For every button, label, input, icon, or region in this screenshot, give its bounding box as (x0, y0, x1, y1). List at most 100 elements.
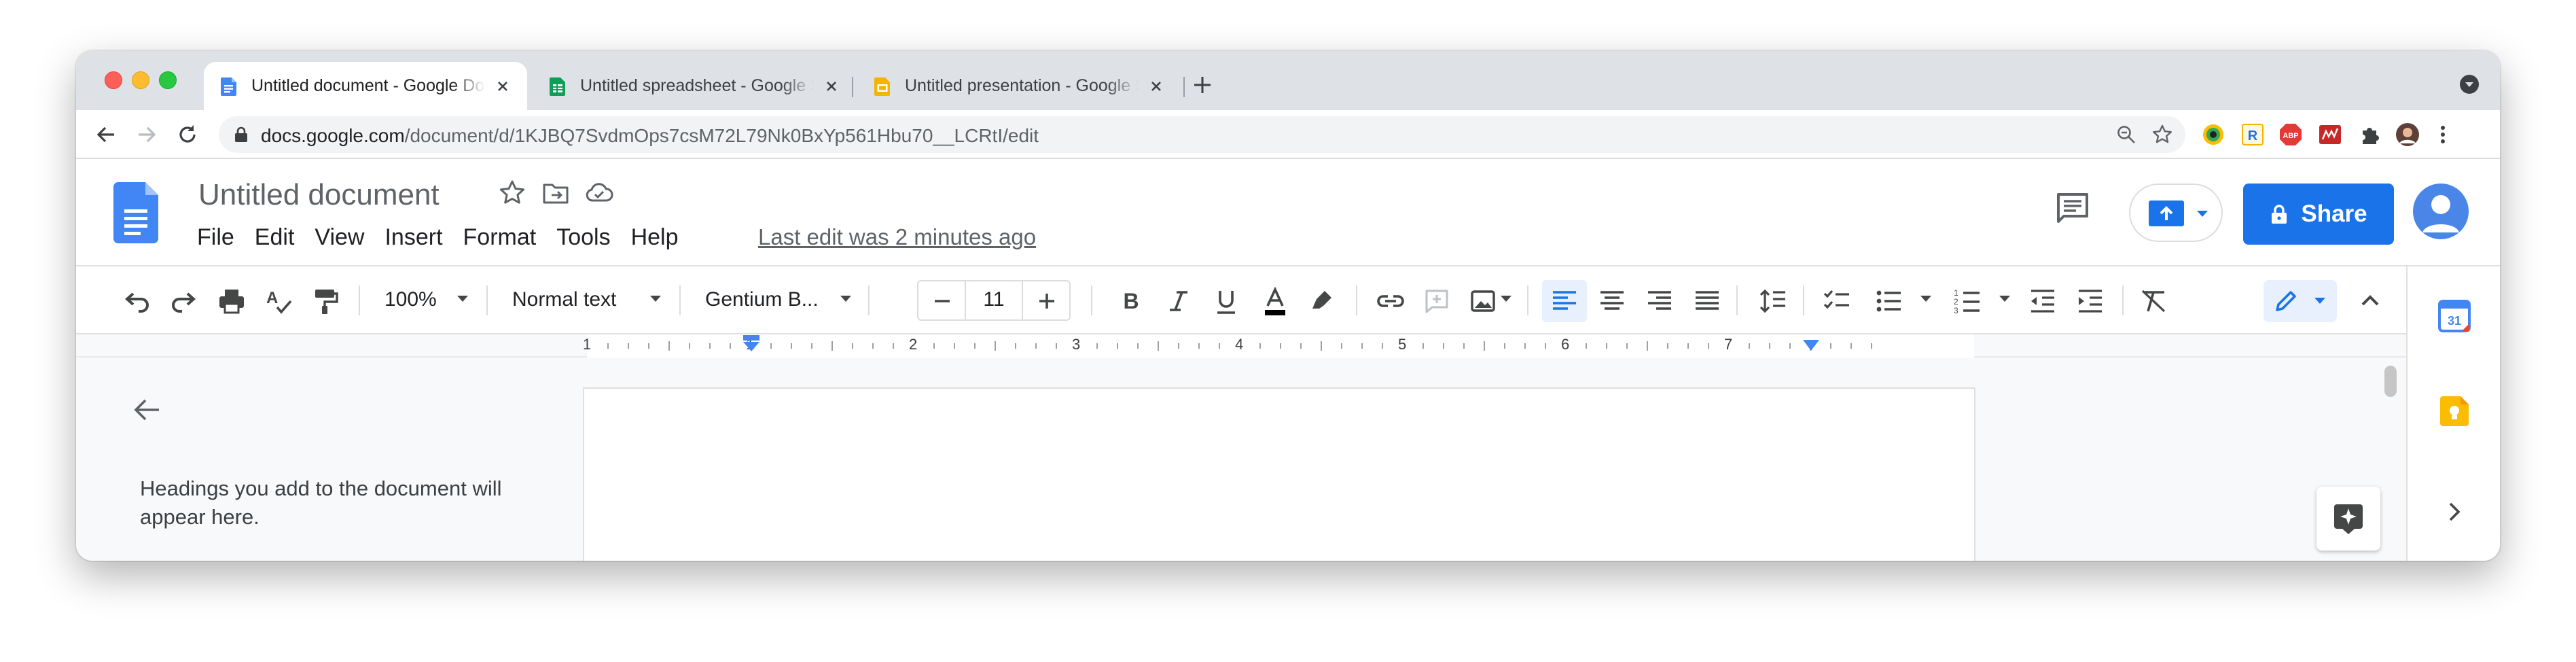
toolbar-divider (359, 285, 360, 315)
bold-icon[interactable]: B (1115, 285, 1147, 317)
menu-insert[interactable]: Insert (384, 224, 442, 251)
highlight-color-icon[interactable] (1307, 285, 1338, 317)
decrease-indent-icon[interactable] (2027, 285, 2058, 317)
add-comment-icon[interactable] (1421, 285, 1452, 317)
redo-icon[interactable] (168, 285, 200, 317)
font-size-input[interactable]: 11 (966, 288, 1022, 311)
lock-icon (2272, 205, 2287, 224)
line-spacing-icon[interactable] (1758, 285, 1789, 317)
profile-photo-icon[interactable] (2395, 122, 2420, 147)
calendar-icon[interactable]: 31 (2437, 299, 2471, 333)
ruler-tick (954, 343, 955, 349)
docs-logo-icon[interactable] (113, 182, 158, 243)
menu-format[interactable]: Format (463, 224, 537, 251)
increase-indent-icon[interactable] (2075, 285, 2106, 317)
close-tab-icon[interactable] (822, 77, 841, 96)
back-arrow-icon[interactable] (130, 393, 164, 427)
justify-icon[interactable] (1692, 285, 1723, 317)
cloud-saved-icon[interactable] (584, 178, 614, 208)
zoom-select[interactable]: 100% (384, 288, 437, 311)
comment-history-icon[interactable] (2053, 189, 2092, 228)
numbered-list-icon[interactable]: 1 2 3 (1952, 285, 1984, 317)
menu-help[interactable]: Help (631, 224, 679, 251)
color-picker-extension-icon[interactable] (2201, 122, 2225, 147)
font-family-select[interactable]: Gentium B... (705, 288, 819, 311)
underline-icon[interactable] (1211, 285, 1242, 317)
bullet-dropdown-icon[interactable] (1920, 295, 1932, 303)
style-dropdown-icon[interactable] (649, 295, 662, 303)
ruler-label: 4 (1235, 336, 1244, 353)
close-window-button[interactable] (105, 71, 122, 89)
ruler-tick (1382, 343, 1383, 349)
adblock-icon[interactable]: ABP (2278, 122, 2303, 147)
ruler-tick (730, 343, 731, 349)
bulleted-list-icon[interactable] (1874, 285, 1905, 317)
text-color-icon[interactable] (1259, 285, 1291, 317)
increase-font-size-icon[interactable] (1031, 285, 1062, 317)
numbered-dropdown-icon[interactable] (1999, 295, 2011, 303)
horizontal-ruler[interactable]: 11234567 (583, 334, 1974, 358)
explore-button[interactable] (2316, 487, 2380, 551)
kebab-menu-icon[interactable] (2431, 122, 2455, 147)
tab-search-icon[interactable] (2459, 74, 2480, 94)
decrease-font-size-icon[interactable] (927, 285, 958, 317)
image-dropdown-icon[interactable] (1500, 295, 1512, 303)
vertical-scrollbar[interactable] (2384, 366, 2397, 397)
font-dropdown-icon[interactable] (840, 295, 852, 303)
align-center-icon[interactable] (1596, 285, 1628, 317)
insert-image-icon[interactable] (1467, 285, 1499, 317)
keep-icon[interactable] (2437, 394, 2471, 428)
align-left-icon[interactable] (1549, 285, 1580, 317)
star-icon[interactable] (497, 178, 527, 208)
clear-formatting-icon[interactable] (2139, 285, 2170, 317)
new-tab-icon[interactable] (1190, 73, 1215, 97)
ruler-label: 7 (1724, 336, 1733, 353)
reload-icon[interactable] (175, 122, 200, 147)
tab-docs[interactable]: Untitled document - Google Docs (204, 62, 527, 110)
minimize-window-button[interactable] (132, 71, 149, 89)
ruler-tick (689, 343, 690, 349)
document-page[interactable] (584, 389, 1974, 561)
extension-red-icon[interactable] (2318, 122, 2342, 147)
spellcheck-icon[interactable]: A (262, 285, 293, 317)
svg-text:ABP: ABP (2283, 132, 2298, 140)
forward-arrow-icon[interactable] (135, 122, 159, 147)
back-arrow-icon[interactable] (94, 122, 118, 147)
align-right-icon[interactable] (1644, 285, 1675, 317)
puzzle-extensions-icon[interactable] (2357, 122, 2382, 147)
share-button[interactable]: Share (2243, 184, 2394, 245)
undo-icon[interactable] (121, 285, 152, 317)
menu-view[interactable]: View (315, 224, 364, 251)
left-indent-marker-icon[interactable] (743, 334, 760, 352)
bookmark-star-icon[interactable] (2151, 124, 2173, 145)
italic-icon[interactable] (1163, 285, 1194, 317)
move-folder-icon[interactable] (541, 178, 571, 208)
present-button[interactable] (2129, 184, 2223, 242)
zoom-dropdown-icon[interactable] (457, 295, 469, 303)
link-icon[interactable] (1375, 285, 1406, 317)
print-icon[interactable] (216, 285, 247, 317)
editing-mode-button[interactable] (2264, 280, 2337, 322)
close-tab-icon[interactable] (1147, 77, 1166, 96)
document-title[interactable]: Untitled document (198, 178, 440, 212)
chevron-right-icon[interactable] (2437, 495, 2471, 529)
menu-tools[interactable]: Tools (556, 224, 610, 251)
tab-sheets[interactable]: Untitled spreadsheet - Google Sheets (533, 62, 856, 110)
checklist-icon[interactable] (1822, 285, 1853, 317)
menu-edit[interactable]: Edit (255, 224, 295, 251)
address-bar[interactable]: docs.google.com/document/d/1KJBQ7SvdmOps… (219, 116, 2185, 153)
tab-slides[interactable]: Untitled presentation - Google Slides (857, 62, 1181, 110)
paragraph-style-select[interactable]: Normal text (512, 288, 616, 311)
maximize-window-button[interactable] (159, 71, 177, 89)
ruler-tick (628, 343, 629, 349)
paint-format-icon[interactable] (308, 285, 340, 317)
chevron-up-icon[interactable] (2355, 285, 2386, 317)
zoom-icon[interactable] (2116, 124, 2136, 145)
account-avatar[interactable] (2413, 184, 2469, 239)
r-extension-icon[interactable]: R (2240, 122, 2265, 147)
right-indent-marker-icon[interactable] (1802, 334, 1820, 352)
slides-icon (874, 77, 890, 96)
menu-file[interactable]: File (197, 224, 234, 251)
close-tab-icon[interactable] (493, 77, 512, 96)
last-edit-link[interactable]: Last edit was 2 minutes ago (758, 224, 1036, 250)
